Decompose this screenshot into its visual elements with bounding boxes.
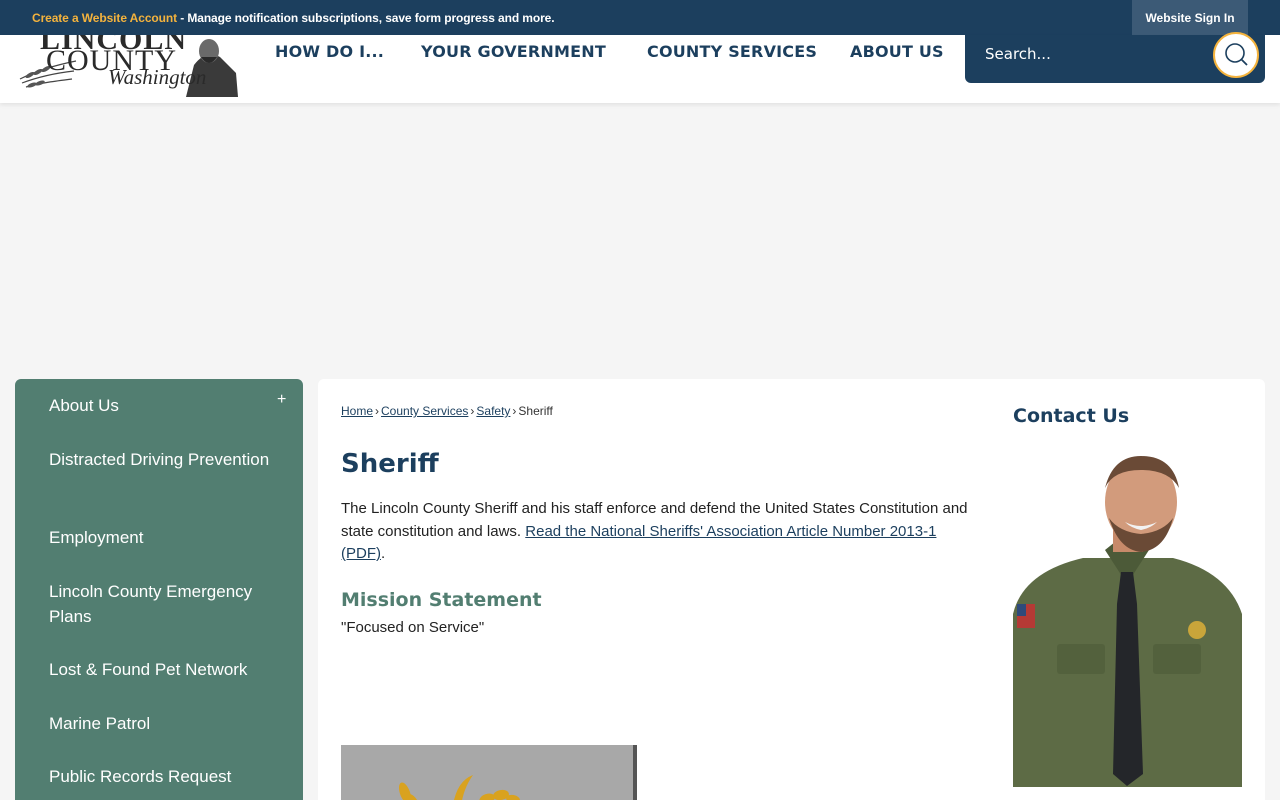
side-navigation: About Us + Distracted Driving Prevention…	[15, 379, 303, 800]
search-input[interactable]: Search...	[985, 45, 1051, 63]
account-message: Create a Website Account - Manage notifi…	[32, 11, 555, 25]
nav-your-government[interactable]: YOUR GOVERNMENT	[421, 42, 606, 61]
sheriff-photo	[1013, 454, 1242, 787]
main-content: Home › County Services › Safety › Sheriff Sher…	[318, 379, 1265, 800]
intro-paragraph: The Lincoln County Sheriff and his staff…	[341, 498, 971, 566]
create-account-link[interactable]: Create a Website Account	[32, 11, 177, 25]
breadcrumb-separator: ›	[470, 404, 475, 418]
mission-statement-text: "Focused on Service"	[341, 619, 485, 636]
page-title: Sheriff	[341, 449, 439, 479]
sheriff-badge-image	[341, 745, 637, 800]
nav-about-us[interactable]: ABOUT US	[850, 42, 944, 61]
sidebar-item-emergency-plans[interactable]: Lincoln County Emergency Plans	[49, 579, 279, 629]
breadcrumb-separator: ›	[512, 404, 517, 418]
nav-county-services[interactable]: COUNTY SERVICES	[647, 42, 817, 61]
top-notification-bar: Create a Website Account - Manage notifi…	[0, 0, 1280, 35]
sidebar-item-employment[interactable]: Employment	[49, 525, 279, 550]
breadcrumb-county-services[interactable]: County Services	[381, 404, 468, 418]
wheat-emblem-icon	[398, 775, 520, 800]
search-icon	[1225, 43, 1248, 66]
search-button[interactable]	[1213, 32, 1259, 78]
nav-how-do-i[interactable]: HOW DO I...	[275, 42, 384, 61]
breadcrumb-separator: ›	[375, 404, 380, 418]
breadcrumb: Home › County Services › Safety › Sheriff	[341, 404, 553, 418]
contact-us-heading: Contact Us	[1013, 405, 1130, 427]
expand-plus-icon[interactable]: +	[277, 391, 286, 409]
site-header: LINCOLN COUNTY Washington HOW DO I... YO…	[0, 32, 1280, 103]
mission-statement-heading: Mission Statement	[341, 589, 542, 611]
county-logo[interactable]: LINCOLN COUNTY Washington	[16, 35, 238, 97]
search-box[interactable]: Search...	[965, 32, 1265, 83]
logo-washington-text: Washington	[108, 65, 207, 89]
breadcrumb-home[interactable]: Home	[341, 404, 373, 418]
sidebar-item-distracted-driving[interactable]: Distracted Driving Prevention	[49, 447, 279, 472]
breadcrumb-current: Sheriff	[518, 404, 553, 418]
sidebar-item-about-us[interactable]: About Us	[49, 393, 279, 418]
website-sign-in-button[interactable]: Website Sign In	[1132, 0, 1248, 35]
sheriff-portrait-image	[1013, 456, 1242, 787]
account-message-text: - Manage notification subscriptions, sav…	[176, 11, 555, 25]
intro-end: .	[381, 545, 386, 562]
breadcrumb-safety[interactable]: Safety	[476, 404, 510, 418]
sidebar-item-public-records[interactable]: Public Records Request	[49, 764, 279, 789]
sidebar-item-lost-found-pet[interactable]: Lost & Found Pet Network	[49, 657, 279, 682]
sidebar-item-marine-patrol[interactable]: Marine Patrol	[49, 711, 279, 736]
